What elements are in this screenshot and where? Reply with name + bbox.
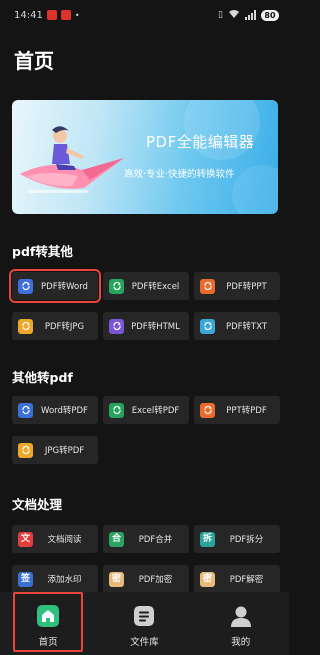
notification-dot-icon: • [74, 10, 80, 20]
tile-label: PDF转JPG [44, 322, 85, 332]
tile-label: PDF转TXT [225, 322, 268, 332]
tile-pdf-to-txt[interactable]: PDF转TXT [194, 312, 280, 340]
status-time: 14:41 [14, 9, 43, 21]
tile-pdf-to-word[interactable]: PDF转Word [9, 269, 101, 303]
word-convert-icon [18, 402, 33, 418]
tile-pdf-to-ppt[interactable]: PDF转PPT [194, 272, 280, 300]
tile-label: PDF拆分 [229, 535, 264, 545]
excel-convert-icon [109, 278, 124, 294]
promo-banner[interactable]: PDF全能编辑器 高效·专业·快捷的转换软件 [12, 100, 278, 214]
tile-label: PDF转HTML [131, 322, 180, 332]
tile-pdf-to-html[interactable]: PDF转HTML [103, 312, 189, 340]
tile-label: PDF转Excel [131, 282, 180, 292]
battery-icon: 80 [261, 9, 279, 21]
tile-label: Excel转PDF [131, 406, 180, 416]
nav-profile[interactable]: 我的 [206, 592, 276, 648]
ppt-convert-icon [200, 278, 215, 294]
tile-jpg-to-pdf[interactable]: JPG转PDF [12, 436, 98, 464]
tile-add-watermark[interactable]: 签 添加水印 [12, 565, 98, 593]
excel-convert-icon [109, 402, 124, 418]
tile-label: 添加水印 [47, 575, 82, 585]
tile-pdf-encrypt[interactable]: 密 PDF加密 [103, 565, 189, 593]
jpg-convert-icon [18, 442, 33, 458]
tile-label: PDF转Word [41, 282, 88, 292]
icon-glyph: 密 [202, 573, 212, 584]
split-icon: 拆 [200, 531, 215, 547]
tile-label: PDF加密 [138, 575, 173, 585]
nav-home-label: 首页 [38, 637, 58, 648]
encrypt-icon: 密 [109, 571, 124, 587]
icon-glyph: 文 [20, 533, 30, 544]
decrypt-icon: 密 [200, 571, 215, 587]
tile-label: PDF合并 [138, 535, 173, 545]
nav-home[interactable]: 首页 [13, 592, 84, 652]
tile-read-document[interactable]: 文 文档阅读 [12, 525, 98, 553]
txt-convert-icon [200, 318, 215, 334]
icon-glyph: 拆 [202, 533, 212, 544]
merge-icon: 合 [109, 531, 124, 547]
icon-glyph: 密 [111, 573, 121, 584]
banner-title: PDF全能编辑器 [146, 133, 255, 151]
tile-label: Word转PDF [41, 406, 88, 416]
notification-app-icon-2 [60, 10, 71, 20]
nav-file-library[interactable]: 文件库 [109, 592, 179, 648]
jpg-convert-icon [18, 318, 33, 334]
tile-pdf-to-jpg[interactable]: PDF转JPG [12, 312, 98, 340]
tile-label: PDF转PPT [226, 282, 267, 292]
tile-label: PDF解密 [229, 575, 264, 585]
html-convert-icon [109, 318, 124, 334]
status-bar: 14:41 • ▯ 80 [0, 0, 289, 30]
tile-label: 文档阅读 [47, 535, 82, 545]
tile-pdf-split[interactable]: 拆 PDF拆分 [194, 525, 280, 553]
tile-excel-to-pdf[interactable]: Excel转PDF [103, 396, 189, 424]
word-convert-icon [18, 278, 33, 294]
section-title-document-processing: 文档处理 [12, 497, 63, 512]
tile-pdf-merge[interactable]: 合 PDF合并 [103, 525, 189, 553]
tile-word-to-pdf[interactable]: Word转PDF [12, 396, 98, 424]
watermark-icon: 签 [18, 571, 33, 587]
tile-label: JPG转PDF [44, 446, 85, 456]
section-title-pdf-to-other: pdf转其他 [12, 244, 73, 259]
read-icon: 文 [18, 531, 33, 547]
tile-pdf-decrypt[interactable]: 密 PDF解密 [194, 565, 280, 593]
tile-ppt-to-pdf[interactable]: PPT转PDF [194, 396, 280, 424]
page-title: 首页 [14, 49, 54, 73]
section-title-other-to-pdf: 其他转pdf [12, 370, 73, 385]
home-icon [35, 603, 61, 629]
banner-subtitle: 高效·专业·快捷的转换软件 [124, 169, 235, 180]
bottom-navigation: 首页 文件库 我的 [0, 592, 289, 655]
icon-glyph: 合 [111, 533, 121, 544]
signal-icon [245, 10, 256, 20]
nav-profile-label: 我的 [231, 637, 251, 648]
notification-app-icon [46, 10, 57, 20]
tile-pdf-to-excel[interactable]: PDF转Excel [103, 272, 189, 300]
vibrate-icon: ▯ [218, 10, 223, 20]
icon-glyph: 签 [20, 573, 30, 584]
tile-label: PPT转PDF [226, 406, 267, 416]
paper-plane-illustration [20, 100, 278, 214]
file-library-icon [131, 603, 157, 629]
wifi-icon [228, 9, 240, 22]
ppt-convert-icon [200, 402, 215, 418]
profile-icon [228, 603, 254, 629]
nav-file-library-label: 文件库 [130, 637, 159, 648]
